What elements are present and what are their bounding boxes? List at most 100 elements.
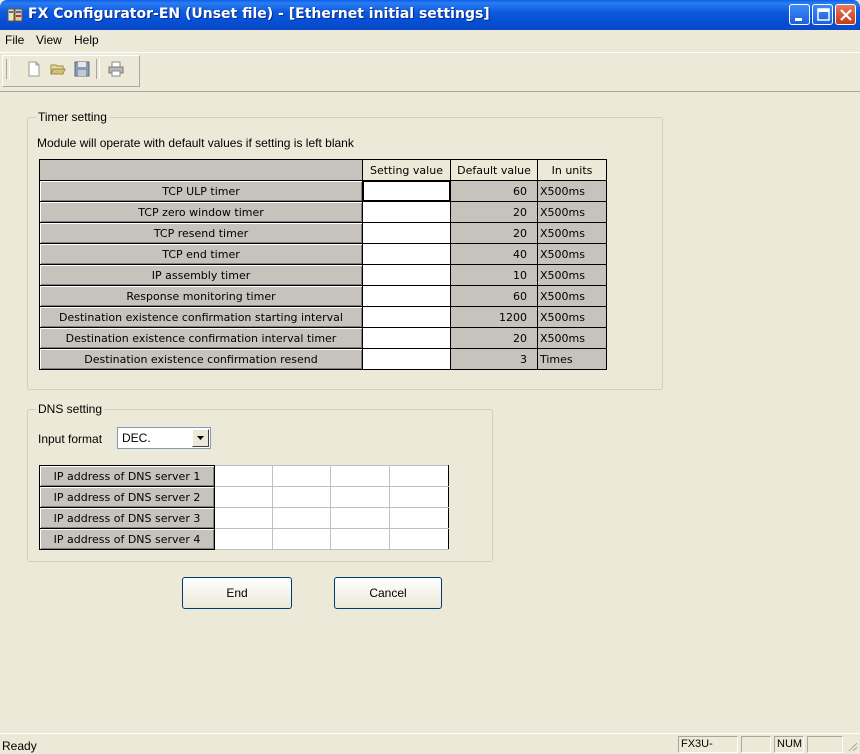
dns-group-title: DNS setting: [36, 402, 105, 416]
timer-setting-input[interactable]: [362, 243, 451, 265]
timer-setting-input[interactable]: [362, 201, 451, 223]
table-row: TCP resend timer 20 X500ms: [39, 222, 607, 244]
ip-octet-input[interactable]: [214, 507, 273, 529]
timer-setting-input[interactable]: [362, 264, 451, 286]
status-text: Ready: [2, 739, 37, 753]
input-format-label: Input format: [38, 432, 103, 446]
ip-octet-input[interactable]: [214, 465, 273, 487]
table-row: Destination existence confirmation inter…: [39, 327, 607, 349]
open-icon[interactable]: [50, 61, 66, 77]
table-row: TCP ULP timer 60 X500ms: [39, 180, 607, 202]
header-setting-value: Setting value: [362, 159, 451, 181]
status-module: FX3U-ENET: [678, 736, 738, 754]
timer-default-value: 1200: [450, 306, 538, 328]
input-format-value: DEC.: [122, 431, 151, 445]
timer-unit: X500ms: [537, 243, 607, 265]
timer-row-label: IP assembly timer: [39, 264, 363, 286]
timer-default-value: 20: [450, 201, 538, 223]
table-row: Destination existence confirmation resen…: [39, 348, 607, 370]
ip-octet-input[interactable]: [272, 528, 331, 550]
table-row: Destination existence confirmation start…: [39, 306, 607, 328]
ip-octet-input[interactable]: [330, 507, 390, 529]
timer-default-value: 20: [450, 222, 538, 244]
table-row: IP address of DNS server 4: [39, 528, 449, 550]
client-edge: [0, 91, 860, 92]
timer-header-row: Setting value Default value In units: [39, 159, 607, 181]
menu-file[interactable]: File: [5, 33, 24, 47]
timer-default-value: 10: [450, 264, 538, 286]
timer-note: Module will operate with default values …: [37, 136, 354, 150]
timer-unit: X500ms: [537, 201, 607, 223]
new-icon[interactable]: [26, 61, 42, 77]
toolbar: [0, 52, 860, 91]
app-icon: [7, 8, 23, 22]
ip-octet-input[interactable]: [272, 486, 331, 508]
ip-octet-input[interactable]: [389, 465, 449, 487]
dns-server-label: IP address of DNS server 3: [39, 507, 215, 529]
save-icon[interactable]: [74, 61, 90, 77]
ip-octet-input[interactable]: [330, 528, 390, 550]
status-bar: Ready FX3U-ENET NUM: [0, 733, 860, 754]
table-row: IP address of DNS server 3: [39, 507, 449, 529]
menu-help[interactable]: Help: [74, 33, 99, 47]
timer-row-label: Destination existence confirmation start…: [39, 306, 363, 328]
ip-octet-input[interactable]: [214, 528, 273, 550]
timer-default-value: 40: [450, 243, 538, 265]
menu-bar: File View Help: [0, 30, 860, 50]
timer-row-label: Destination existence confirmation inter…: [39, 327, 363, 349]
header-corner: [39, 159, 363, 181]
minimize-icon: [795, 18, 802, 21]
timer-setting-input[interactable]: [362, 180, 451, 202]
status-pane-empty: [741, 736, 771, 753]
window-title: FX Configurator-EN (Unset file) - [Ether…: [28, 6, 490, 22]
end-button[interactable]: End: [182, 577, 292, 609]
menu-view[interactable]: View: [36, 33, 62, 47]
resize-grip-icon[interactable]: [846, 740, 858, 752]
ip-octet-input[interactable]: [389, 486, 449, 508]
timer-row-label: Response monitoring timer: [39, 285, 363, 307]
timer-default-value: 20: [450, 327, 538, 349]
table-row: TCP end timer 40 X500ms: [39, 243, 607, 265]
ip-octet-input[interactable]: [330, 486, 390, 508]
input-format-dropdown[interactable]: DEC.: [117, 427, 211, 449]
ip-octet-input[interactable]: [214, 486, 273, 508]
minimize-button[interactable]: [789, 4, 810, 25]
dropdown-button[interactable]: [192, 429, 209, 447]
timer-setting-input[interactable]: [362, 327, 451, 349]
table-row: TCP zero window timer 20 X500ms: [39, 201, 607, 223]
timer-row-label: TCP ULP timer: [39, 180, 363, 202]
table-row: Response monitoring timer 60 X500ms: [39, 285, 607, 307]
timer-setting-input[interactable]: [362, 285, 451, 307]
timer-unit: X500ms: [537, 306, 607, 328]
timer-row-label: Destination existence confirmation resen…: [39, 348, 363, 370]
ip-octet-input[interactable]: [272, 507, 331, 529]
timer-row-label: TCP zero window timer: [39, 201, 363, 223]
header-in-units: In units: [537, 159, 607, 181]
ip-octet-input[interactable]: [389, 507, 449, 529]
ip-octet-input[interactable]: [389, 528, 449, 550]
cancel-button[interactable]: Cancel: [334, 577, 442, 609]
timer-unit: X500ms: [537, 264, 607, 286]
ip-octet-input[interactable]: [272, 465, 331, 487]
timer-setting-input[interactable]: [362, 348, 451, 370]
toolbar-grip: [6, 59, 10, 79]
timer-setting-input[interactable]: [362, 306, 451, 328]
timer-row-label: TCP resend timer: [39, 222, 363, 244]
table-row: IP assembly timer 10 X500ms: [39, 264, 607, 286]
timer-unit: X500ms: [537, 327, 607, 349]
timer-default-value: 60: [450, 285, 538, 307]
title-bar[interactable]: FX Configurator-EN (Unset file) - [Ether…: [0, 0, 860, 30]
status-pane-empty-2: [807, 736, 843, 753]
close-button[interactable]: [835, 4, 856, 25]
timer-unit: Times: [537, 348, 607, 370]
maximize-button[interactable]: [812, 4, 833, 25]
dns-table: IP address of DNS server 1 IP address of…: [39, 465, 449, 550]
timer-setting-input[interactable]: [362, 222, 451, 244]
table-row: IP address of DNS server 2: [39, 486, 449, 508]
dns-server-label: IP address of DNS server 4: [39, 528, 215, 550]
print-icon[interactable]: [108, 61, 124, 77]
dns-server-label: IP address of DNS server 1: [39, 465, 215, 487]
timer-default-value: 3: [450, 348, 538, 370]
ip-octet-input[interactable]: [330, 465, 390, 487]
maximize-icon: [817, 8, 830, 21]
